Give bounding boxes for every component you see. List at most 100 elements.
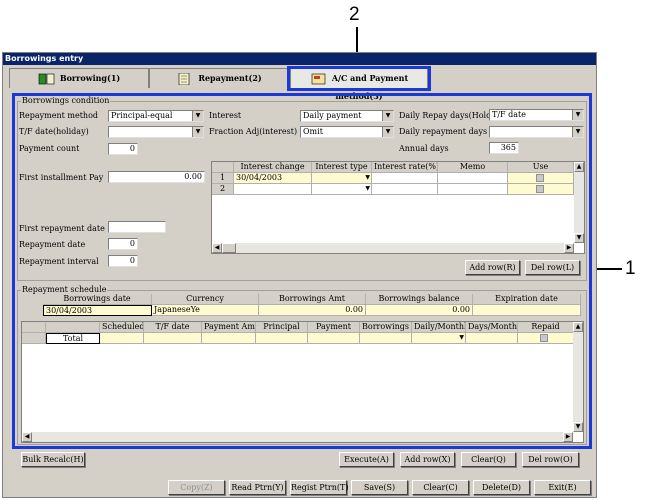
tf-date-select[interactable]: ▼ [108, 126, 204, 138]
regist-ptrn-button[interactable]: Regist Ptrn(T) [290, 480, 348, 495]
scroll-right-icon[interactable]: ▶ [564, 243, 574, 253]
principal-header: Principal [256, 322, 308, 333]
scroll-up-icon[interactable]: ▲ [573, 322, 583, 332]
borrowings-date-header: Borrowings date [43, 294, 152, 305]
grid-corner [212, 162, 234, 173]
total-repaid-cell[interactable] [518, 333, 574, 344]
annual-days-input[interactable]: 365 [489, 142, 519, 154]
tf-date-label: T/F date(holiday) [19, 127, 89, 136]
borrowings-amt-value: 0.00 [259, 305, 366, 316]
use-checkbox[interactable] [536, 174, 544, 182]
repayment-interval-input[interactable]: 0 [108, 255, 138, 267]
repayment-method-label: Repayment method [19, 111, 99, 120]
read-ptrn-button[interactable]: Read Ptrn(Y) [229, 480, 286, 495]
total-daily-monthly-cell[interactable]: ▼ [412, 333, 466, 344]
horizontal-scrollbar[interactable]: ◀ ▶ [22, 432, 573, 442]
row-header [22, 333, 46, 344]
interest-rate-cell[interactable] [372, 184, 438, 195]
repayment-date-input[interactable]: 0 [108, 238, 138, 250]
schedule-grid: Scheduled T/F date Payment Amt Principal… [21, 321, 584, 443]
exit-button[interactable]: Exit(E) [534, 480, 591, 495]
chevron-down-icon[interactable]: ▼ [192, 127, 203, 137]
interest-rate-header: Interest rate(%) [372, 162, 438, 173]
schedule-clear-button[interactable]: Clear(Q) [461, 452, 516, 467]
use-header: Use [508, 162, 574, 173]
chevron-down-icon[interactable]: ▼ [365, 173, 370, 183]
interest-add-row-button[interactable]: Add row(R) [465, 260, 520, 275]
scroll-up-icon[interactable]: ▲ [574, 162, 584, 172]
interest-select[interactable]: Daily payment ▼ [300, 110, 394, 122]
tab-borrowing[interactable]: Borrowing(1) [9, 68, 149, 88]
daily-repayment-days-label: Daily repayment days [399, 127, 488, 136]
repayment-interval-label: Repayment interval [19, 257, 99, 266]
memo-cell[interactable] [438, 173, 508, 184]
tab-repayment[interactable]: Repayment(2) [149, 68, 289, 88]
total-payment-amt-cell [202, 333, 256, 344]
fraction-adj-select[interactable]: Omit ▼ [300, 126, 394, 138]
interest-value: Daily payment [303, 111, 362, 120]
scroll-left-icon[interactable]: ◀ [22, 432, 32, 442]
bulk-recalc-button[interactable]: Bulk Recalc(H) [21, 452, 85, 467]
fraction-adj-value: Omit [303, 127, 323, 136]
borrowings-balance-header: Borrowings balance [366, 294, 473, 305]
copy-button[interactable]: Copy(Z) [168, 480, 225, 495]
borrowings-entry-window: Borrowings entry Borrowing(1) Repayment(… [2, 52, 597, 498]
scroll-thumb[interactable] [222, 243, 236, 253]
payment-count-input[interactable]: 0 [108, 143, 138, 155]
scroll-right-icon[interactable]: ▶ [563, 432, 573, 442]
total-payment-cell [308, 333, 360, 344]
save-button[interactable]: Save(S) [351, 480, 408, 495]
tf-date-header: T/F date [144, 322, 202, 333]
total-borrowings-cell [360, 333, 412, 344]
document-icon [176, 72, 194, 86]
chevron-down-icon[interactable]: ▼ [382, 111, 393, 121]
first-installment-label: First installment Pay [19, 173, 104, 182]
delete-button[interactable]: Delete(D) [473, 480, 530, 495]
repayment-schedule-title: Repayment schedule [21, 285, 108, 294]
vertical-scrollbar[interactable]: ▲ ▼ [573, 322, 583, 432]
interest-change-cell[interactable]: 30/04/2003 [234, 173, 312, 184]
interest-type-header: Interest type [312, 162, 372, 173]
use-cell[interactable] [508, 173, 574, 184]
payment-count-label: Payment count [19, 144, 80, 153]
total-scheduled-cell [100, 333, 144, 344]
chevron-down-icon[interactable]: ▼ [572, 127, 583, 137]
chevron-down-icon[interactable]: ▼ [365, 184, 370, 194]
chevron-down-icon[interactable]: ▼ [572, 110, 583, 120]
tab-borrowing-label: Borrowing(1) [59, 73, 121, 83]
scroll-down-icon[interactable]: ▼ [574, 233, 584, 243]
spacer-header [46, 322, 100, 333]
schedule-add-row-button[interactable]: Add row(X) [400, 452, 455, 467]
memo-header: Memo [438, 162, 508, 173]
repayment-method-select[interactable]: Principal-equal ▼ [108, 110, 204, 122]
annual-days-label: Annual days [399, 144, 449, 153]
use-checkbox[interactable] [536, 185, 544, 193]
repaid-checkbox[interactable] [540, 334, 548, 342]
interest-type-cell[interactable]: ▼ [312, 184, 372, 195]
memo-cell[interactable] [438, 184, 508, 195]
clear-button[interactable]: Clear(C) [412, 480, 469, 495]
chevron-down-icon[interactable]: ▼ [382, 127, 393, 137]
daily-repayment-days-select[interactable]: ▼ [489, 126, 584, 138]
repayment-date-label: Repayment date [19, 240, 86, 249]
interest-del-row-button[interactable]: Del row(L) [525, 260, 580, 275]
interest-change-cell[interactable] [234, 184, 312, 195]
daily-repay-days-select[interactable]: T/F date ▼ [489, 109, 584, 121]
borrowings-amt-header: Borrowings Amt [259, 294, 366, 305]
chevron-down-icon[interactable]: ▼ [192, 111, 203, 121]
first-repayment-date-input[interactable] [108, 221, 166, 233]
use-cell[interactable] [508, 184, 574, 195]
execute-button[interactable]: Execute(A) [339, 452, 394, 467]
repaid-header: Repaid [518, 322, 574, 333]
vertical-scrollbar[interactable]: ▲ ▼ [574, 162, 584, 243]
grid-corner [22, 322, 46, 333]
scroll-down-icon[interactable]: ▼ [573, 422, 583, 432]
payment-header: Payment [308, 322, 360, 333]
schedule-del-row-button[interactable]: Del row(O) [522, 452, 579, 467]
chevron-down-icon[interactable]: ▼ [459, 333, 464, 343]
interest-type-cell[interactable]: ▼ [312, 173, 372, 184]
scroll-left-icon[interactable]: ◀ [212, 243, 222, 253]
first-installment-input[interactable]: 0.00 [108, 171, 205, 183]
interest-rate-cell[interactable] [372, 173, 438, 184]
horizontal-scrollbar[interactable]: ◀ ▶ [212, 243, 574, 253]
